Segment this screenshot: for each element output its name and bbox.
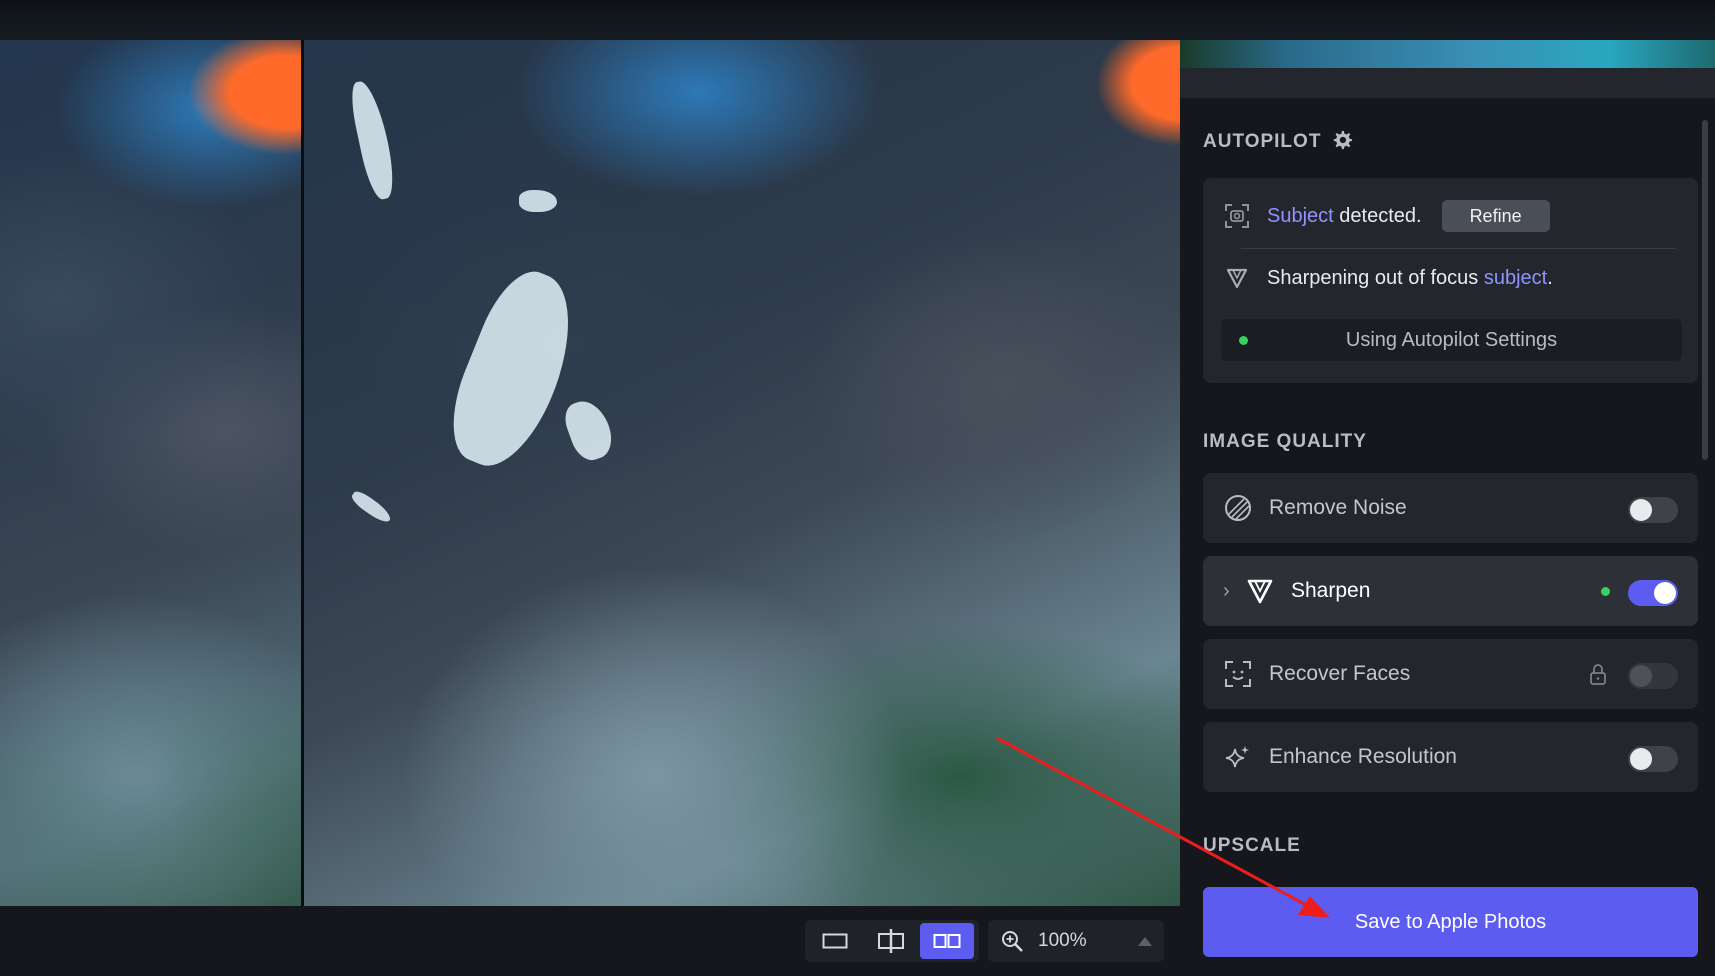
thumbnail-preview[interactable]	[1180, 40, 1715, 68]
snow-patch	[559, 394, 619, 466]
autopilot-card: Subject detected. Refine Sharpening out …	[1203, 178, 1698, 383]
remove-noise-toggle[interactable]	[1628, 497, 1678, 523]
original-image-pane[interactable]	[0, 40, 301, 906]
subject-link-2[interactable]: subject	[1484, 267, 1547, 289]
noise-icon	[1223, 493, 1253, 523]
split-view-icon	[878, 929, 904, 953]
recover-faces-label: Recover Faces	[1269, 662, 1411, 685]
sparkle-icon	[1223, 742, 1253, 772]
sharpening-row: Sharpening out of focus subject.	[1203, 260, 1698, 296]
sharpening-text: Sharpening out of focus subject.	[1267, 267, 1553, 290]
single-view-button[interactable]	[808, 923, 862, 959]
title-bar	[0, 0, 1715, 40]
side-by-side-icon	[933, 934, 961, 948]
enhance-resolution-toggle[interactable]	[1628, 746, 1678, 772]
sharpening-period: .	[1547, 266, 1553, 289]
detected-label: detected.	[1333, 204, 1422, 227]
subject-scan-icon	[1223, 202, 1251, 230]
sharpening-label: Sharpening out of focus	[1267, 266, 1484, 289]
autopilot-heading: AUTOPILOT	[1203, 131, 1322, 152]
snow-patch	[349, 488, 394, 526]
sharpen-toggle[interactable]	[1628, 580, 1678, 606]
sharpen-label: Sharpen	[1291, 579, 1371, 602]
toggle-knob	[1654, 582, 1676, 604]
autopilot-divider	[1241, 248, 1676, 249]
zoom-menu-caret-icon[interactable]	[1138, 936, 1152, 946]
toggle-knob	[1630, 499, 1652, 521]
face-scan-icon	[1223, 659, 1253, 689]
snow-patch	[434, 260, 594, 480]
sharpen-row[interactable]: › Sharpen	[1203, 556, 1698, 626]
upscale-heading: UPSCALE	[1203, 835, 1301, 856]
snow-patch	[346, 78, 400, 202]
autopilot-settings-label: Using Autopilot Settings	[1345, 328, 1558, 351]
single-view-icon	[822, 933, 848, 949]
zoom-level: 100%	[1038, 930, 1087, 951]
subject-detected-row: Subject detected. Refine	[1203, 198, 1698, 234]
subject-detected-text: Subject detected.	[1267, 205, 1422, 228]
thumbnail-strip	[1180, 68, 1715, 98]
enhance-resolution-row[interactable]: Enhance Resolution	[1203, 722, 1698, 792]
processed-image-pane[interactable]	[304, 40, 1180, 906]
toggle-knob	[1630, 748, 1652, 770]
lock-icon	[1590, 664, 1606, 685]
subject-link[interactable]: Subject	[1267, 205, 1334, 227]
sharpen-triangle-icon	[1223, 264, 1251, 292]
gear-icon[interactable]	[1331, 129, 1353, 151]
original-photo	[0, 40, 301, 906]
image-quality-heading: IMAGE QUALITY	[1203, 431, 1367, 452]
bottom-toolbar: 100%	[0, 906, 1180, 976]
recover-faces-toggle[interactable]	[1628, 663, 1678, 689]
autopilot-settings-button[interactable]: Using Autopilot Settings	[1221, 319, 1682, 361]
status-dot	[1239, 336, 1248, 345]
remove-noise-row[interactable]: Remove Noise	[1203, 473, 1698, 543]
remove-noise-label: Remove Noise	[1269, 496, 1407, 519]
zoom-in-icon	[1002, 931, 1023, 952]
sharpen-icon	[1245, 576, 1275, 606]
view-mode-group	[805, 920, 979, 962]
split-view-button[interactable]	[864, 923, 918, 959]
recover-faces-row[interactable]: Recover Faces	[1203, 639, 1698, 709]
save-button[interactable]: Save to Apple Photos	[1203, 887, 1698, 957]
toggle-knob	[1630, 665, 1652, 687]
split-line	[301, 40, 304, 906]
sidebar-scrollbar[interactable]	[1702, 120, 1708, 460]
enhance-resolution-label: Enhance Resolution	[1269, 745, 1457, 768]
refine-button[interactable]: Refine	[1441, 200, 1550, 232]
sharpen-active-dot	[1601, 587, 1610, 596]
processed-photo	[304, 40, 1180, 906]
side-by-side-view-button[interactable]	[920, 923, 974, 959]
zoom-control[interactable]: 100%	[988, 920, 1164, 962]
snow-patch	[519, 190, 557, 212]
image-canvas[interactable]	[0, 40, 1180, 906]
app-window: 100% AUTOPILOT Subject detected. Refine …	[0, 0, 1715, 976]
chevron-right-icon[interactable]: ›	[1223, 580, 1237, 603]
